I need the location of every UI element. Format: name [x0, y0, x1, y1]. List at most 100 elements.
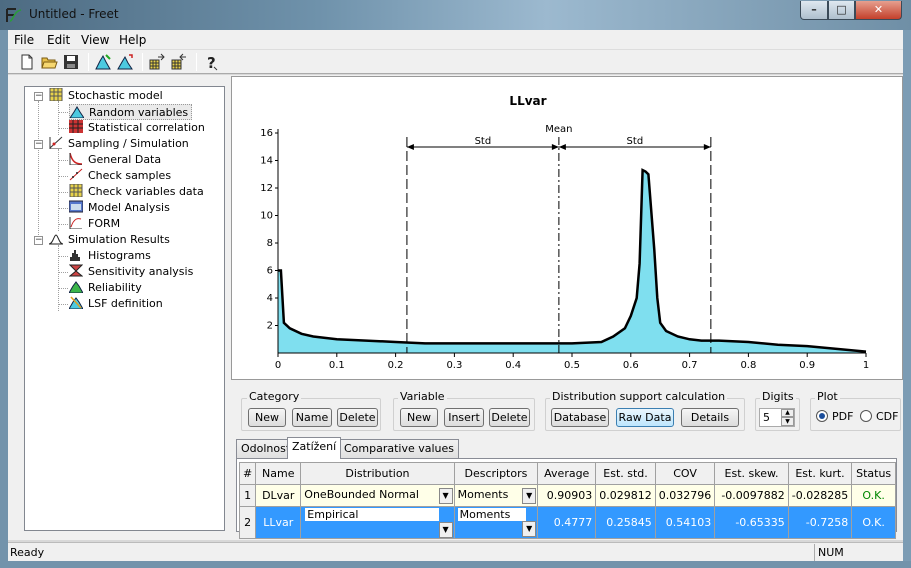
database-button[interactable]: Database	[551, 408, 609, 427]
std-cell[interactable]: 0.25845	[595, 506, 656, 539]
tree-item-lsf-definition[interactable]: LSF definition	[69, 296, 163, 312]
variables-table: # Name Distribution Descriptors Average …	[238, 462, 896, 539]
skew-cell[interactable]: -0.65335	[714, 506, 789, 539]
tree-label: FORM	[88, 217, 121, 230]
toolbar: ?	[8, 50, 903, 74]
table-row[interactable]: 1 DLvar OneBounded Normal ▼ Moments ▼ 0.90…	[238, 484, 896, 507]
dropdown-arrow-icon[interactable]: ▼	[438, 487, 453, 504]
tree-item-sensitivity-analysis[interactable]: Sensitivity analysis	[69, 264, 193, 280]
menu-edit[interactable]: Edit	[47, 33, 70, 47]
col-header[interactable]: Est. skew.	[714, 462, 789, 485]
tree-item-random-variables[interactable]: Random variables	[69, 104, 193, 120]
col-header[interactable]: #	[238, 462, 257, 485]
col-header[interactable]: Descriptors	[453, 462, 539, 485]
arrow-head	[558, 144, 566, 150]
descriptors-combo[interactable]: Moments ▼	[453, 484, 539, 507]
tab-zatizeni[interactable]: Zatížení	[287, 437, 342, 459]
close-button[interactable]: ✕	[855, 1, 902, 20]
distribution-combo[interactable]: Empirical ▼	[300, 506, 455, 539]
cdf-radio[interactable]	[860, 410, 872, 422]
minimize-button[interactable]: –	[800, 1, 828, 20]
y-tick-label: 10	[260, 211, 273, 222]
spin-up-icon[interactable]: ▲	[781, 409, 794, 417]
expander-stochastic-model[interactable]: −	[34, 92, 43, 101]
tree-item-general-data[interactable]: General Data	[69, 152, 161, 168]
tree-item-form[interactable]: FORM	[69, 216, 120, 232]
tree-item-check-variables-data[interactable]: Check variables data	[69, 184, 204, 200]
average-cell[interactable]: 0.90903	[537, 484, 597, 507]
grid-model-icon	[49, 88, 63, 101]
raw-data-button[interactable]: Raw Data	[616, 408, 674, 427]
tree-group-stochastic-model[interactable]: Stochastic model	[49, 88, 163, 104]
expander-simulation-results[interactable]: −	[34, 236, 43, 245]
new-file-icon[interactable]	[18, 53, 36, 71]
variable-delete-button[interactable]: Delete	[489, 408, 530, 427]
tree-item-reliability[interactable]: Reliability	[69, 280, 142, 296]
tree-label: LSF definition	[88, 297, 163, 310]
details-button[interactable]: Details	[681, 408, 739, 427]
tree-item-statistical-correlation[interactable]: Statistical correlation	[69, 120, 205, 136]
histogram-fit-icon[interactable]	[116, 53, 134, 71]
open-folder-icon[interactable]	[40, 53, 58, 71]
average-cell[interactable]: 0.4777	[537, 506, 597, 539]
col-header[interactable]: Est. std.	[595, 462, 656, 485]
x-tick-label: 0.7	[682, 360, 698, 371]
x-tick-label: 0.1	[329, 360, 345, 371]
histogram-bars-icon	[70, 250, 80, 261]
maximize-button[interactable]: □	[828, 1, 855, 20]
tree-item-model-analysis[interactable]: Model Analysis	[69, 200, 170, 216]
cov-cell[interactable]: 0.54103	[654, 506, 716, 539]
category-delete-button[interactable]: Delete	[337, 408, 378, 427]
tree-line	[58, 128, 68, 129]
grid-import-icon[interactable]	[170, 53, 188, 71]
dropdown-arrow-icon[interactable]: ▼	[522, 521, 537, 537]
tab-comparative-values[interactable]: Comparative values	[339, 439, 460, 458]
menu-view[interactable]: View	[81, 33, 109, 47]
col-header[interactable]: Est. kurt.	[787, 462, 853, 485]
variable-new-button[interactable]: New	[400, 408, 438, 427]
tree-group-sampling-simulation[interactable]: Sampling / Simulation	[49, 136, 189, 152]
kurt-cell[interactable]: -0.028285	[787, 484, 853, 507]
kurt-cell[interactable]: -0.7258	[787, 506, 853, 539]
x-tick-label: 0.4	[505, 360, 521, 371]
skew-cell[interactable]: -0.0097882	[714, 484, 789, 507]
name-cell[interactable]: DLvar	[255, 484, 302, 507]
expander-sampling-simulation[interactable]: −	[34, 140, 43, 149]
plot-label: Plot	[815, 390, 840, 403]
distribution-combo[interactable]: OneBounded Normal ▼	[300, 484, 455, 507]
name-cell[interactable]: LLvar	[255, 506, 302, 539]
tree-group-simulation-results[interactable]: Simulation Results	[49, 232, 170, 248]
cov-cell[interactable]: 0.032796	[654, 484, 716, 507]
category-name-button[interactable]: Name	[292, 408, 332, 427]
tree-label: Model Analysis	[88, 201, 170, 214]
col-header[interactable]: Average	[537, 462, 597, 485]
std-cell[interactable]: 0.029812	[595, 484, 656, 507]
col-header[interactable]: Status	[851, 462, 896, 485]
tree-item-histograms[interactable]: Histograms	[69, 248, 151, 264]
table-row[interactable]: 2 LLvar Empirical ▼ Moments ▼ 0.4777 0.258…	[238, 506, 896, 539]
navigation-tree[interactable]: − Stochastic model Random variables Stat…	[24, 86, 225, 531]
freet-app-icon	[6, 8, 22, 22]
descriptors-combo[interactable]: Moments ▼	[453, 506, 539, 539]
grid-export-icon[interactable]	[148, 53, 166, 71]
variable-insert-button[interactable]: Insert	[444, 408, 484, 427]
pdf-radio[interactable]	[816, 410, 828, 422]
help-question-icon[interactable]: ?	[202, 53, 220, 71]
histogram-tool-icon[interactable]	[94, 53, 112, 71]
dropdown-arrow-icon[interactable]: ▼	[438, 522, 453, 538]
digits-spinner[interactable]: 5 ▲ ▼	[759, 408, 795, 427]
spin-down-icon[interactable]: ▼	[781, 417, 794, 426]
menu-help[interactable]: Help	[119, 33, 146, 47]
tree-line	[58, 224, 68, 225]
col-header[interactable]: Distribution	[300, 462, 455, 485]
dropdown-arrow-icon[interactable]: ▼	[522, 487, 537, 504]
distribution-value[interactable]: Empirical	[304, 507, 441, 522]
status-badge: O.K.	[851, 506, 896, 539]
variables-grid[interactable]: # Name Distribution Descriptors Average …	[236, 458, 897, 539]
tree-item-check-samples[interactable]: Check samples	[69, 168, 171, 184]
col-header[interactable]: Name	[255, 462, 302, 485]
col-header[interactable]: COV	[654, 462, 716, 485]
save-disk-icon[interactable]	[62, 53, 80, 71]
category-new-button[interactable]: New	[248, 408, 286, 427]
menu-file[interactable]: File	[14, 33, 34, 47]
